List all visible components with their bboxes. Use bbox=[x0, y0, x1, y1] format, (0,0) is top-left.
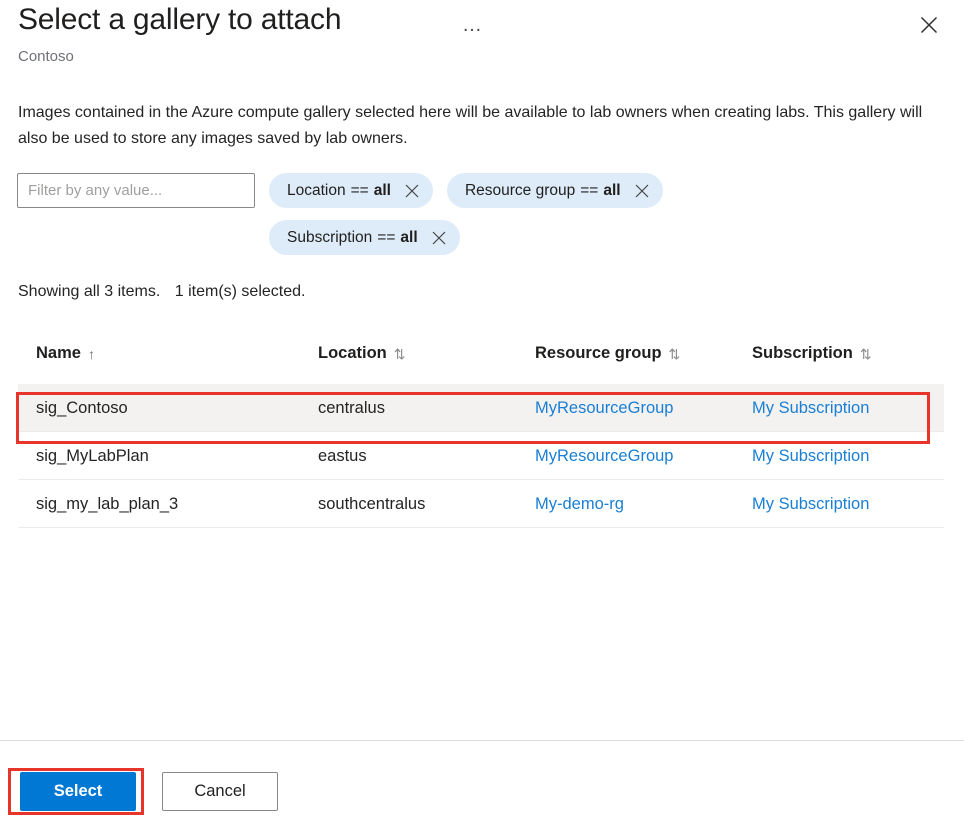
sort-toggle-icon: ⇅ bbox=[860, 347, 872, 361]
filter-pill-location-operator: == bbox=[351, 182, 369, 200]
selected-count: 1 item(s) selected. bbox=[175, 283, 306, 300]
column-header-subscription-label: Subscription bbox=[752, 344, 853, 363]
cell-resource-group: My-demo-rg bbox=[535, 480, 624, 528]
filter-pill-location-remove-icon[interactable] bbox=[405, 184, 419, 198]
cell-resource-group: MyResourceGroup bbox=[535, 432, 673, 480]
subscription-link[interactable]: My Subscription bbox=[752, 447, 869, 466]
cell-subscription: My Subscription bbox=[752, 480, 869, 528]
filter-pill-subscription-remove-icon[interactable] bbox=[432, 231, 446, 245]
column-header-location-label: Location bbox=[318, 344, 387, 363]
filter-row-secondary: Subscription == all bbox=[269, 220, 947, 255]
column-header-name[interactable]: Name ↑ bbox=[36, 344, 95, 363]
column-header-resource-group-label: Resource group bbox=[535, 344, 662, 363]
cell-location: centralus bbox=[318, 384, 385, 432]
dialog-footer: Select Cancel bbox=[16, 772, 278, 811]
resource-group-link[interactable]: MyResourceGroup bbox=[535, 447, 673, 466]
cell-name: sig_my_lab_plan_3 bbox=[36, 480, 178, 528]
filter-pill-resource-group-value: all bbox=[603, 182, 620, 200]
filter-pill-resource-group-remove-icon[interactable] bbox=[635, 184, 649, 198]
close-icon[interactable] bbox=[912, 8, 946, 42]
sort-toggle-icon: ⇅ bbox=[394, 347, 406, 361]
table-header-row: Name ↑ Location ⇅ Resource group ⇅ Subsc… bbox=[18, 344, 944, 384]
cancel-button[interactable]: Cancel bbox=[162, 772, 278, 811]
gallery-attach-dialog: Select a gallery to attach … Contoso Ima… bbox=[0, 0, 964, 828]
column-header-name-label: Name bbox=[36, 344, 81, 363]
filter-bar: Location == all Resource group == all bbox=[17, 173, 947, 255]
filter-row-primary: Location == all Resource group == all bbox=[17, 173, 757, 208]
sort-toggle-icon: ⇅ bbox=[669, 347, 681, 361]
cell-subscription: My Subscription bbox=[752, 384, 869, 432]
column-header-subscription[interactable]: Subscription ⇅ bbox=[752, 344, 872, 363]
dialog-subtitle: Contoso bbox=[18, 48, 74, 65]
table-row[interactable]: sig_my_lab_plan_3 southcentralus My-demo… bbox=[18, 480, 944, 528]
more-options-icon[interactable]: … bbox=[456, 8, 490, 42]
dialog-header: Select a gallery to attach … Contoso bbox=[0, 0, 964, 88]
table-row[interactable]: sig_Contoso centralus MyResourceGroup My… bbox=[18, 384, 944, 432]
cell-location: southcentralus bbox=[318, 480, 425, 528]
cell-subscription: My Subscription bbox=[752, 432, 869, 480]
subscription-link[interactable]: My Subscription bbox=[752, 495, 869, 514]
filter-pill-resource-group[interactable]: Resource group == all bbox=[447, 173, 663, 208]
filter-pill-subscription-operator: == bbox=[377, 229, 395, 247]
table-row[interactable]: sig_MyLabPlan eastus MyResourceGroup My … bbox=[18, 432, 944, 480]
footer-divider bbox=[0, 740, 964, 741]
resource-group-link[interactable]: MyResourceGroup bbox=[535, 399, 673, 418]
select-button[interactable]: Select bbox=[20, 772, 136, 811]
filter-pill-subscription-key: Subscription bbox=[287, 229, 372, 247]
gallery-table: Name ↑ Location ⇅ Resource group ⇅ Subsc… bbox=[18, 344, 944, 528]
cell-name: sig_Contoso bbox=[36, 384, 128, 432]
cell-name: sig_MyLabPlan bbox=[36, 432, 149, 480]
cell-resource-group: MyResourceGroup bbox=[535, 384, 673, 432]
column-header-resource-group[interactable]: Resource group ⇅ bbox=[535, 344, 680, 363]
results-status: Showing all 3 items. 1 item(s) selected. bbox=[18, 283, 305, 301]
dialog-description: Images contained in the Azure compute ga… bbox=[18, 100, 944, 152]
filter-pill-location-key: Location bbox=[287, 182, 346, 200]
results-count: Showing all 3 items. bbox=[18, 283, 160, 300]
page-title: Select a gallery to attach bbox=[18, 3, 341, 37]
filter-pill-location[interactable]: Location == all bbox=[269, 173, 433, 208]
cell-location: eastus bbox=[318, 432, 367, 480]
search-input[interactable] bbox=[17, 173, 255, 208]
column-header-location[interactable]: Location ⇅ bbox=[318, 344, 405, 363]
sort-ascending-icon: ↑ bbox=[88, 347, 95, 361]
filter-pill-resource-group-key: Resource group bbox=[465, 182, 575, 200]
resource-group-link[interactable]: My-demo-rg bbox=[535, 495, 624, 514]
subscription-link[interactable]: My Subscription bbox=[752, 399, 869, 418]
filter-pill-subscription-value: all bbox=[400, 229, 417, 247]
filter-pill-resource-group-operator: == bbox=[580, 182, 598, 200]
filter-pill-subscription[interactable]: Subscription == all bbox=[269, 220, 460, 255]
filter-pill-location-value: all bbox=[374, 182, 391, 200]
